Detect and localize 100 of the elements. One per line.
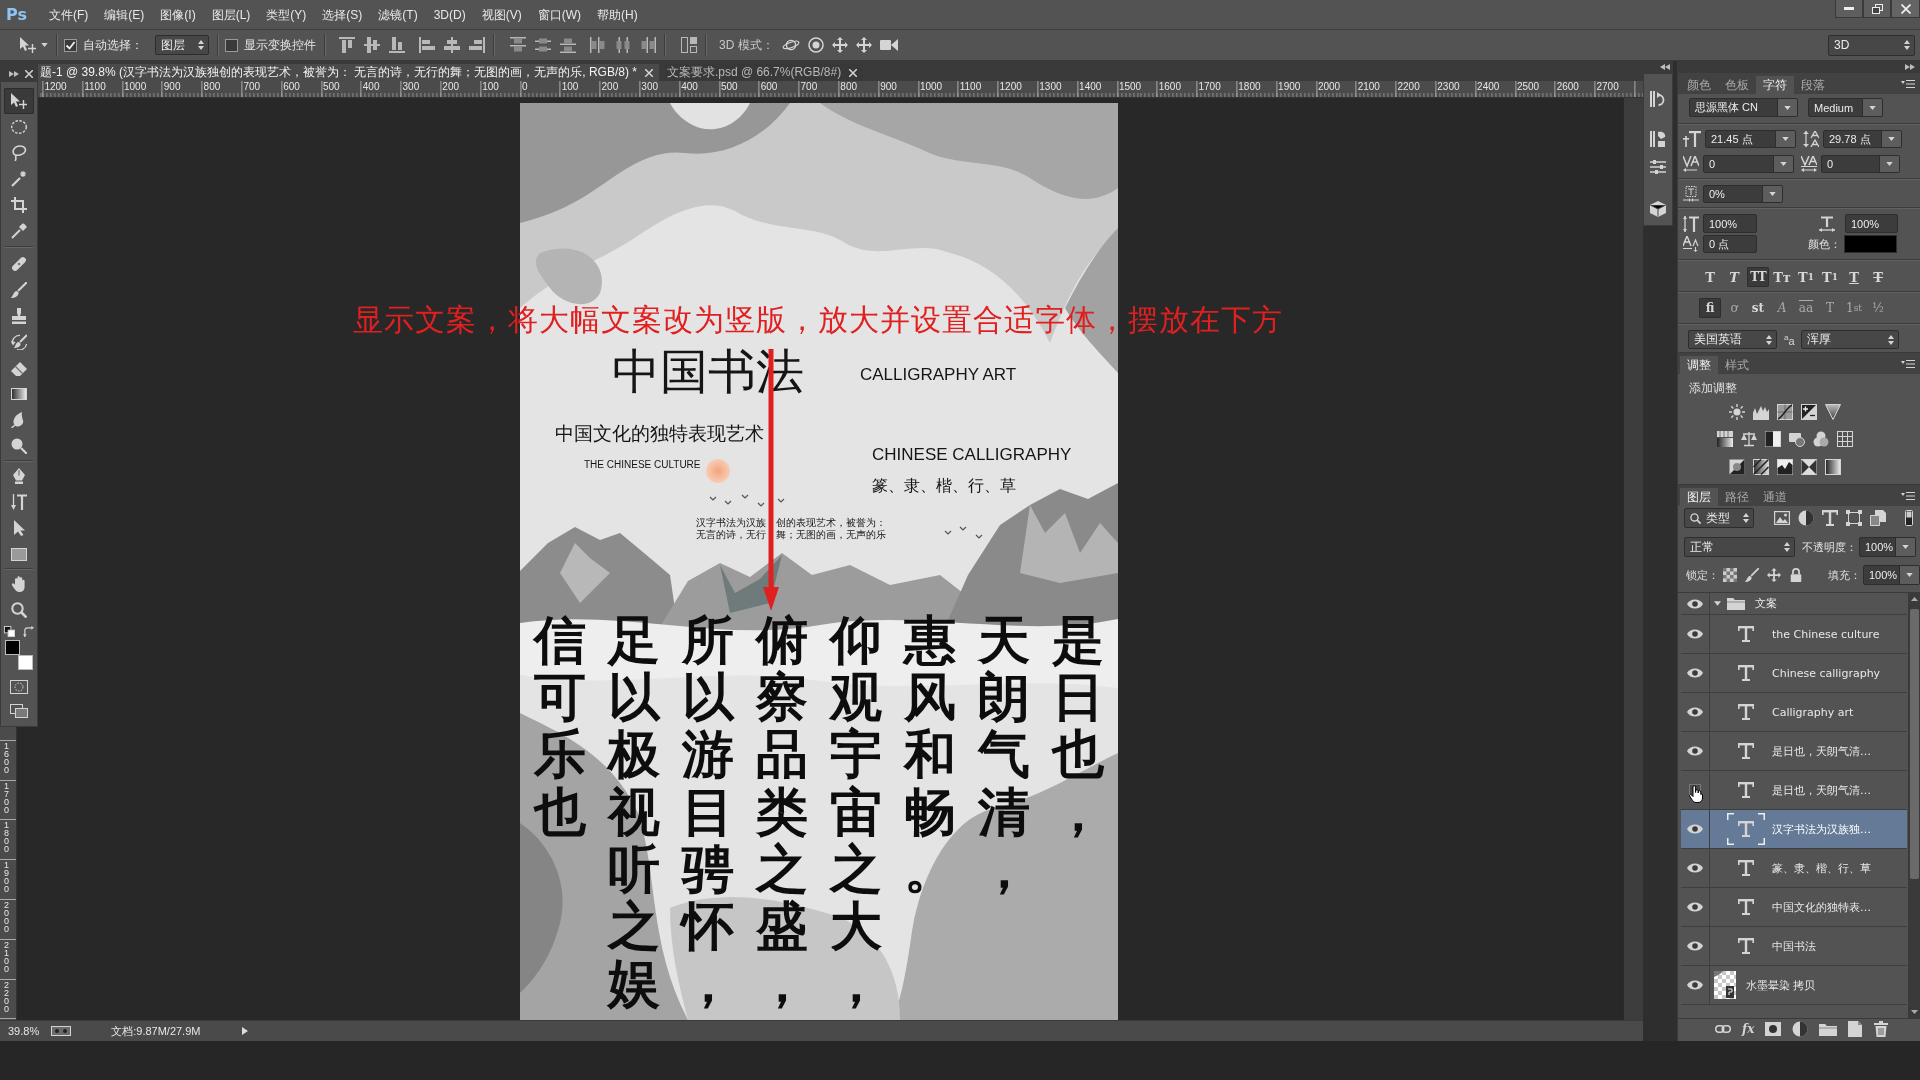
menu-item[interactable]: 帮助(H)	[589, 5, 646, 24]
menu-item[interactable]: 图像(I)	[152, 5, 204, 24]
link-icon[interactable]	[1715, 1025, 1731, 1033]
eye-icon[interactable]	[1687, 980, 1703, 990]
align-center-icon[interactable]	[444, 37, 460, 53]
toggle-switch-icon[interactable]	[1905, 510, 1913, 526]
vertical-scrollbar[interactable]	[1623, 98, 1643, 1020]
text-style-button[interactable]: T$^{1}$	[1795, 267, 1817, 287]
type-icon[interactable]	[1822, 510, 1838, 526]
eye-icon[interactable]	[1687, 863, 1703, 873]
distribute-middle-icon[interactable]	[535, 37, 551, 53]
double-arrow-icon[interactable]	[1905, 64, 1915, 70]
menu-item[interactable]: 滤镜(T)	[370, 5, 426, 24]
distribute-right-icon[interactable]	[640, 37, 656, 53]
minimize-button[interactable]	[1835, 0, 1863, 18]
striped-square-icon[interactable]	[1753, 459, 1769, 475]
scales-icon[interactable]	[1741, 431, 1757, 447]
auto-select-checkbox[interactable]	[64, 38, 77, 52]
align-middle-icon[interactable]	[364, 37, 380, 53]
triangle-icon[interactable]	[1825, 404, 1841, 420]
align-bottom-icon[interactable]	[389, 37, 405, 53]
background-swatch-icon[interactable]	[18, 655, 33, 670]
font-family-dropdown[interactable]: 思源黑体 CN	[1689, 98, 1798, 117]
eye-icon[interactable]	[1687, 707, 1703, 717]
zoom-field[interactable]: 39.8%	[8, 1025, 40, 1037]
histogram-icon[interactable]	[1753, 404, 1769, 420]
grid-icon[interactable]	[1837, 431, 1853, 447]
split-square-icon[interactable]	[1729, 459, 1745, 475]
panel-tab[interactable]: 段落	[1794, 76, 1832, 94]
folder-icon[interactable]	[1819, 1022, 1838, 1036]
tool-preset-button[interactable]	[20, 34, 48, 56]
layer-row[interactable]: 是日也，天朗气清…	[1681, 732, 1907, 771]
camera-circle-icon[interactable]	[1789, 431, 1805, 447]
close-icon[interactable]	[25, 69, 33, 78]
target-icon[interactable]	[807, 37, 824, 53]
tracking-field[interactable]: 0	[1821, 155, 1900, 173]
layer-filter-dropdown[interactable]: 类型	[1684, 508, 1754, 528]
opentype-button[interactable]: st	[1747, 298, 1769, 318]
layer-row[interactable]: 是日也，天朗气清…	[1681, 771, 1907, 810]
blend-mode-dropdown[interactable]: 正常	[1684, 537, 1795, 557]
triangle-down-icon[interactable]	[1714, 601, 1721, 606]
layer-row[interactable]: 文案	[1681, 593, 1907, 615]
menu-item[interactable]: 文件(F)	[41, 5, 97, 24]
panel-menu-icon[interactable]	[1901, 79, 1915, 88]
baseline-shift-field[interactable]: 0 点	[1703, 235, 1757, 253]
panel-tab[interactable]: 样式	[1718, 356, 1756, 374]
restore-button[interactable]	[1863, 0, 1891, 18]
cross-arrows-icon[interactable]	[1767, 568, 1781, 582]
language-dropdown[interactable]: 美国英语	[1688, 330, 1777, 349]
layer-row[interactable]: Chinese calligraphy	[1681, 654, 1907, 693]
half-circle-icon[interactable]	[1798, 510, 1814, 526]
status-box-icon[interactable]	[51, 1026, 72, 1036]
panel-tab[interactable]: 通道	[1756, 488, 1794, 506]
menu-item[interactable]: 编辑(E)	[96, 5, 153, 24]
close-icon[interactable]	[849, 68, 858, 77]
distribute-bottom-icon[interactable]	[560, 37, 576, 53]
curve-grid-icon[interactable]	[1777, 404, 1793, 420]
menu-item[interactable]: 图层(L)	[203, 5, 259, 24]
align-left-icon[interactable]	[419, 37, 435, 53]
leading-field[interactable]: 29.78 点	[1823, 130, 1902, 148]
fx-button[interactable]: fx	[1742, 1022, 1755, 1036]
zigzag-square-icon[interactable]	[1777, 459, 1793, 475]
shapes-icon[interactable]	[1650, 131, 1666, 147]
text-color-swatch[interactable]	[1844, 235, 1897, 253]
distribute-left-icon[interactable]	[590, 37, 606, 53]
three-circles-icon[interactable]	[1813, 431, 1829, 447]
image-icon[interactable]	[1774, 511, 1790, 525]
panel-tab[interactable]: 色板	[1718, 76, 1756, 94]
panel-tab[interactable]: 颜色	[1680, 76, 1718, 94]
text-style-button[interactable]: T	[1867, 267, 1889, 287]
align-top-icon[interactable]	[339, 37, 355, 53]
transform-square-icon[interactable]	[1846, 510, 1862, 526]
swap-arrows-icon[interactable]	[23, 626, 34, 637]
auto-select-dropdown[interactable]: 图层	[155, 35, 209, 55]
triangle-right-icon[interactable]	[242, 1027, 249, 1035]
new-page-icon[interactable]	[1848, 1021, 1863, 1037]
close-button[interactable]	[1891, 0, 1920, 18]
text-style-button[interactable]: T	[1843, 267, 1865, 287]
plus-minus-square-icon[interactable]	[1801, 404, 1817, 420]
text-style-button[interactable]: Tᴛ	[1771, 267, 1793, 287]
antialias-dropdown[interactable]: 浑厚	[1800, 330, 1899, 349]
gradient-square-icon[interactable]	[1825, 459, 1841, 475]
align-right-icon[interactable]	[469, 37, 485, 53]
panel-tab[interactable]: 路径	[1718, 488, 1756, 506]
opacity-field[interactable]: 100%	[1859, 537, 1916, 557]
menu-item[interactable]: 视图(V)	[473, 5, 530, 24]
pages-icon[interactable]	[1870, 510, 1886, 526]
sliders-icon[interactable]	[1650, 159, 1666, 175]
layer-row[interactable]: 篆、隶、楷、行、草	[1681, 849, 1907, 888]
layers-scrollbar[interactable]	[1908, 593, 1920, 1018]
stacked-windows-icon[interactable]	[10, 704, 28, 718]
kerning-field[interactable]: 0	[1703, 155, 1794, 173]
circle-in-square-icon[interactable]	[1765, 1022, 1782, 1036]
layer-row[interactable]: 水墨晕染 拷贝	[1681, 966, 1907, 1005]
eye-icon[interactable]	[1687, 629, 1703, 639]
sun-icon[interactable]	[1729, 404, 1745, 420]
layer-row[interactable]: the Chinese culture	[1681, 615, 1907, 654]
tool-button[interactable]	[4, 88, 34, 114]
cube-icon[interactable]	[1650, 201, 1666, 217]
cross-arrows-icon[interactable]	[855, 37, 872, 53]
